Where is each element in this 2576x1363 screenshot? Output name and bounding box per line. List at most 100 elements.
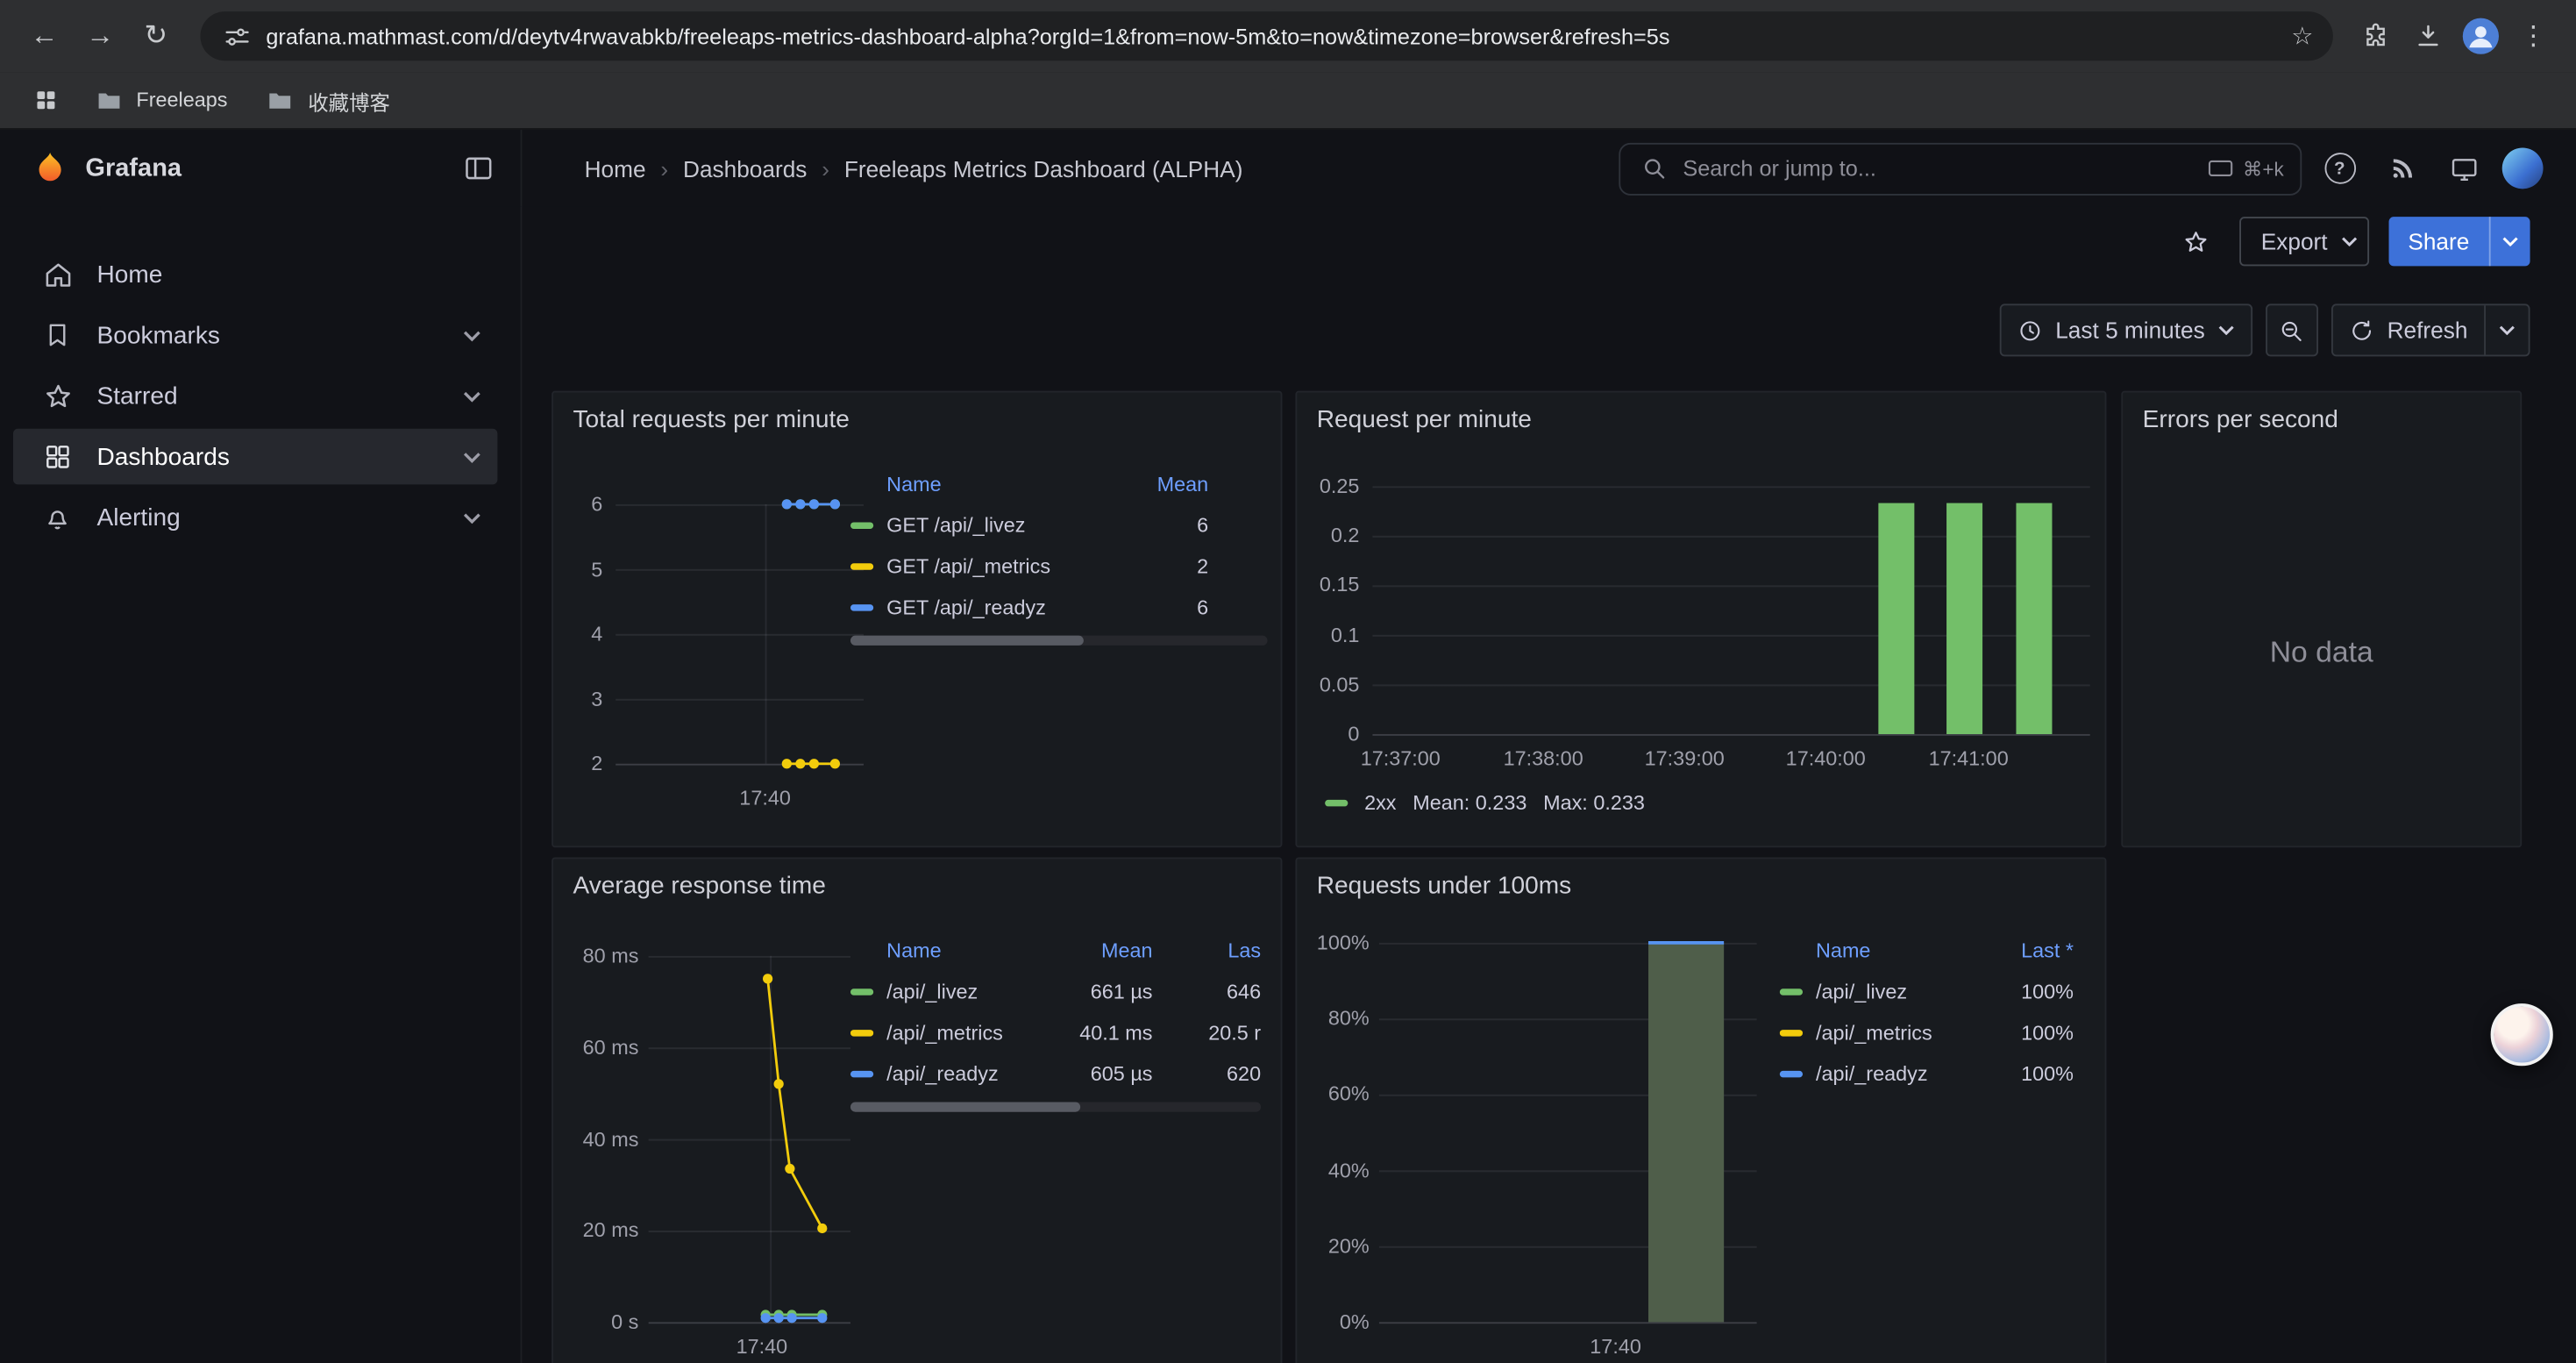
time-range-picker[interactable]: Last 5 minutes xyxy=(2000,303,2252,356)
sidebar-item-label: Dashboards xyxy=(96,443,229,471)
clock-icon xyxy=(2017,318,2042,342)
legend-inline[interactable]: 2xx Mean: 0.233 Max: 0.233 xyxy=(1325,792,1645,815)
sidebar-item-dashboards[interactable]: Dashboards xyxy=(13,429,497,485)
series-max: Max: 0.233 xyxy=(1543,792,1645,815)
panel-title[interactable]: Average response time xyxy=(553,859,1281,900)
bookmark-star-icon[interactable]: ☆ xyxy=(2291,21,2313,51)
series-name[interactable]: 2xx xyxy=(1364,792,1396,815)
user-avatar[interactable] xyxy=(2502,148,2544,189)
y-axis: 0.25 0.2 0.15 0.1 0.05 0 xyxy=(1307,471,1360,748)
reload-icon[interactable]: ↻ xyxy=(132,11,181,61)
bookmark-label: Freeleaps xyxy=(136,89,227,111)
chevron-down-icon[interactable] xyxy=(463,329,481,340)
chart-avg-response-time[interactable] xyxy=(649,956,850,1324)
breadcrumb-separator: › xyxy=(646,155,683,182)
download-icon[interactable] xyxy=(2405,13,2451,59)
breadcrumb-dashboards[interactable]: Dashboards xyxy=(683,155,807,182)
legend-table: Name Mean GET /api/_livez 6 GET /api/_me… xyxy=(850,465,1268,627)
chevron-down-icon xyxy=(2218,325,2235,335)
news-rss-icon[interactable] xyxy=(2377,144,2426,193)
sidebar-item-home[interactable]: Home xyxy=(13,246,497,303)
series-swatch xyxy=(1325,800,1348,806)
bookmark-icon xyxy=(41,318,74,351)
refresh-button[interactable]: Refresh xyxy=(2333,305,2484,354)
chart-total-requests[interactable] xyxy=(616,504,864,766)
chevron-down-icon[interactable] xyxy=(463,451,481,462)
legend-row[interactable]: GET /api/_readyz 6 xyxy=(850,586,1268,627)
legend-row[interactable]: /api/_readyz 100% xyxy=(1780,1053,2074,1094)
y-axis: 6 5 4 3 2 xyxy=(563,489,602,779)
forward-icon[interactable]: → xyxy=(75,11,125,61)
assistant-avatar[interactable] xyxy=(2491,1003,2553,1066)
search-placeholder: Search or jump to... xyxy=(1683,156,2193,181)
grafana-header: Grafana Home › Dashboards › Freeleaps Me… xyxy=(0,130,2576,209)
help-icon[interactable]: ? xyxy=(2315,144,2364,193)
chevron-down-icon xyxy=(2338,225,2360,258)
sidebar-item-label: Home xyxy=(96,260,162,289)
export-button[interactable]: Export xyxy=(2239,217,2368,266)
address-bar[interactable]: grafana.mathmast.com/d/deytv4rwavabkb/fr… xyxy=(200,11,2332,61)
collapse-sidebar-icon[interactable] xyxy=(461,152,494,184)
menu-icon[interactable]: ⋮ xyxy=(2510,13,2556,59)
panel-title[interactable]: Request per minute xyxy=(1297,393,2104,434)
share-label[interactable]: Share xyxy=(2388,217,2489,266)
panel-title[interactable]: Total requests per minute xyxy=(553,393,1281,434)
series-swatch xyxy=(1780,1029,1803,1035)
series-swatch xyxy=(850,603,873,610)
bell-icon xyxy=(41,501,74,533)
zoom-out-button[interactable] xyxy=(2266,303,2318,356)
breadcrumb-home[interactable]: Home xyxy=(585,155,646,182)
series-mean: Mean: 0.233 xyxy=(1413,792,1526,815)
sidebar-item-alerting[interactable]: Alerting xyxy=(13,489,497,546)
favorite-star-button[interactable] xyxy=(2171,217,2220,266)
series-swatch xyxy=(1780,988,1803,994)
panel-total-requests: Total requests per minute 6 5 4 3 2 17:4… xyxy=(551,391,1282,848)
legend-row[interactable]: /api/_livez 100% xyxy=(1780,971,2074,1012)
legend-row[interactable]: /api/_readyz 605 µs 620 xyxy=(850,1053,1261,1094)
legend-row[interactable]: GET /api/_livez 6 xyxy=(850,504,1268,546)
legend-row[interactable]: /api/_metrics 100% xyxy=(1780,1011,2074,1053)
panel-avg-response-time: Average response time 80 ms 60 ms 40 ms … xyxy=(551,857,1282,1363)
grafana-logo[interactable] xyxy=(30,148,69,188)
chevron-down-icon[interactable] xyxy=(463,511,481,523)
share-button[interactable]: Share xyxy=(2388,217,2530,266)
legend-scrollbar[interactable] xyxy=(850,636,1268,646)
series-swatch xyxy=(850,1070,873,1076)
grafana-header-right: Home › Dashboards › Freeleaps Metrics Da… xyxy=(522,130,2576,207)
sidebar-item-starred[interactable]: Starred xyxy=(13,368,497,424)
monitor-icon[interactable] xyxy=(2440,144,2489,193)
chevron-down-icon[interactable] xyxy=(463,390,481,402)
back-icon[interactable]: ← xyxy=(19,11,68,61)
search-icon xyxy=(1637,152,1669,184)
legend-row[interactable]: /api/_livez 661 µs 646 xyxy=(850,971,1261,1012)
search-input[interactable]: Search or jump to... ⌘+k xyxy=(1619,142,2302,195)
breadcrumb-current: Freeleaps Metrics Dashboard (ALPHA) xyxy=(844,155,1243,182)
refresh-interval-caret[interactable] xyxy=(2484,305,2529,354)
apps-grid-icon[interactable] xyxy=(23,77,68,123)
sidebar-item-label: Bookmarks xyxy=(96,321,219,349)
panel-title[interactable]: Errors per second xyxy=(2123,393,2520,434)
profile-avatar[interactable] xyxy=(2458,13,2503,59)
legend-header: Name Mean xyxy=(850,465,1268,504)
sidebar-item-bookmarks[interactable]: Bookmarks xyxy=(13,307,497,363)
chart-requests-per-minute[interactable] xyxy=(1372,486,2089,736)
extensions-icon[interactable] xyxy=(2352,13,2398,59)
legend-scrollbar[interactable] xyxy=(850,1102,1261,1111)
refresh-control[interactable]: Refresh xyxy=(2331,303,2530,356)
chart-under-100ms[interactable] xyxy=(1379,943,1757,1324)
sidebar-item-label: Starred xyxy=(96,382,177,410)
series-swatch xyxy=(850,988,873,994)
bookmark-label: 收藏博客 xyxy=(308,84,390,116)
panel-title[interactable]: Requests under 100ms xyxy=(1297,859,2104,900)
site-info-icon[interactable] xyxy=(220,19,253,52)
share-dropdown-caret[interactable] xyxy=(2489,217,2530,266)
zoom-out-icon xyxy=(2280,318,2304,342)
bookmark-blog[interactable]: 收藏博客 xyxy=(251,77,403,123)
y-axis: 100% 80% 60% 40% 20% 0% xyxy=(1304,928,1370,1337)
time-range-label: Last 5 minutes xyxy=(2055,317,2205,343)
legend-row[interactable]: /api/_metrics 40.1 ms 20.5 r xyxy=(850,1011,1261,1053)
legend-table: Name Mean Las /api/_livez 661 µs 646 /ap… xyxy=(850,931,1261,1094)
legend-row[interactable]: GET /api/_metrics 2 xyxy=(850,546,1268,587)
bookmark-freeleaps[interactable]: Freeleaps xyxy=(79,77,241,123)
dashboard-toolbar: Export Share xyxy=(2171,217,2530,266)
